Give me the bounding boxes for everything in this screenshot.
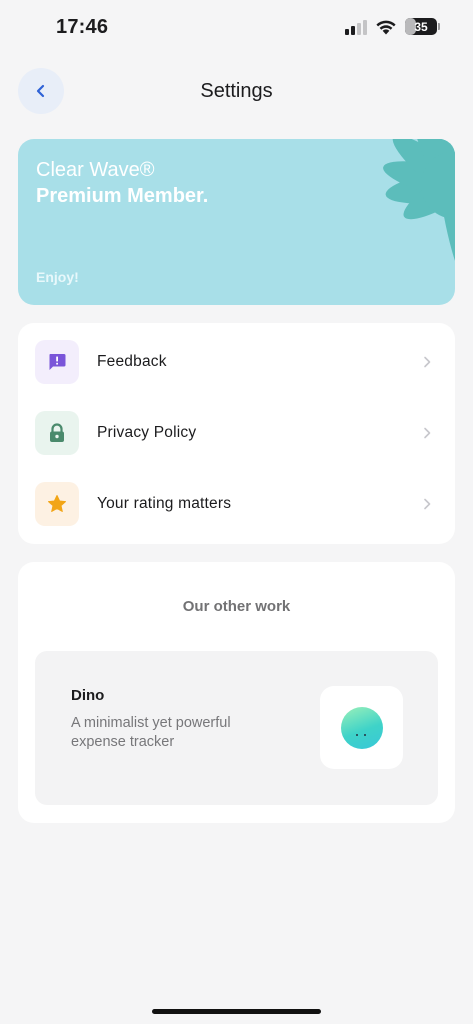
section-title: Our other work	[182, 598, 291, 615]
app-promo-card[interactable]: Dino A minimalist yet powerful expense t…	[35, 651, 438, 805]
chevron-right-icon	[424, 498, 431, 510]
feedback-icon	[49, 354, 66, 370]
menu-item-privacy-policy[interactable]: Privacy Policy	[18, 403, 455, 463]
menu-item-label: Your rating matters	[97, 495, 232, 512]
menu-item-rating[interactable]: Your rating matters	[18, 474, 455, 534]
settings-menu: Feedback Privacy Policy Your rating matt…	[18, 323, 455, 544]
lock-icon	[50, 423, 64, 442]
wifi-icon	[376, 20, 396, 34]
other-work-section: Our other work Dino A minimalist yet pow…	[18, 562, 455, 823]
app-description: A minimalist yet powerful expense tracke…	[71, 715, 231, 750]
menu-item-feedback[interactable]: Feedback	[18, 332, 455, 392]
menu-item-label: Feedback	[97, 353, 167, 370]
status-icons: 35	[345, 18, 440, 35]
battery-icon: 35	[405, 18, 440, 35]
chevron-right-icon	[424, 356, 431, 368]
banner-tagline: Enjoy!	[36, 269, 79, 285]
flower-decoration	[383, 139, 455, 285]
cellular-signal-icon	[345, 19, 367, 35]
dino-app-logo	[340, 706, 383, 749]
home-indicator	[152, 1009, 321, 1014]
feedback-icon-box	[35, 340, 79, 384]
app-icon	[320, 686, 403, 769]
star-icon	[48, 495, 66, 512]
menu-item-label: Privacy Policy	[97, 424, 197, 441]
battery-level: 35	[414, 19, 428, 34]
lock-icon-box	[35, 411, 79, 455]
status-time: 17:46	[56, 16, 109, 38]
banner-brand: Clear Wave®	[36, 159, 155, 181]
chevron-right-icon	[424, 427, 431, 439]
app-name: Dino	[71, 687, 105, 704]
status-bar: 17:46 35	[0, 0, 473, 56]
banner-member-status: Premium Member.	[36, 185, 209, 207]
page-title: Settings	[200, 80, 273, 102]
star-icon-box	[35, 482, 79, 526]
premium-banner: Clear Wave® Premium Member. Enjoy!	[18, 139, 455, 305]
